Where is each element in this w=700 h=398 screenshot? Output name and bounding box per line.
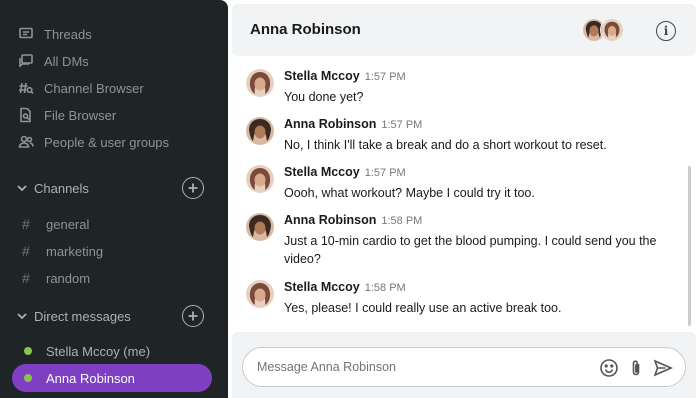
online-status-dot — [24, 374, 32, 382]
people-icon — [18, 134, 34, 150]
sidebar-item-channel-marketing[interactable]: # marketing — [22, 240, 103, 262]
channel-label: random — [46, 270, 91, 286]
send-button[interactable] — [652, 357, 674, 379]
message-input[interactable] — [257, 358, 587, 376]
message-time: 1:57 PM — [381, 119, 423, 131]
sidebar-item-file-browser[interactable]: File Browser — [18, 104, 116, 126]
sidebar-item-dm-stella[interactable]: Stella Mccoy (me) — [12, 337, 212, 365]
channel-label: general — [46, 216, 90, 232]
chevron-down-icon — [16, 182, 28, 194]
info-icon: i — [663, 24, 669, 38]
message-list: Stella Mccoy 1:57 PM You done yet? Anna … — [228, 60, 700, 330]
sidebar-item-channel-browser[interactable]: Channel Browser — [18, 77, 144, 99]
sidebar-item-people[interactable]: People & user groups — [18, 131, 169, 153]
info-button[interactable]: i — [656, 21, 676, 41]
message-time: 1:57 PM — [364, 167, 406, 179]
sidebar-item-channel-general[interactable]: # general — [22, 213, 89, 235]
add-dm-button[interactable] — [182, 305, 204, 327]
avatar — [246, 117, 274, 145]
sidebar-item-label: All DMs — [44, 53, 89, 69]
dms-label: Direct messages — [34, 308, 131, 324]
avatar — [246, 280, 274, 308]
sidebar-item-label: Threads — [44, 26, 92, 42]
message-text: You done yet? — [284, 90, 364, 104]
hash-icon: # — [22, 270, 30, 286]
online-status-dot — [24, 347, 32, 355]
chevron-down-icon — [16, 310, 28, 322]
message-time: 1:58 PM — [364, 282, 406, 294]
dm-label: Anna Robinson — [46, 370, 135, 386]
emoji-button[interactable] — [598, 357, 620, 379]
channels-label: Channels — [34, 180, 89, 196]
dm-label: Stella Mccoy (me) — [46, 343, 151, 359]
paperclip-icon — [632, 360, 640, 376]
avatar — [600, 18, 624, 42]
sidebar-item-label: People & user groups — [44, 134, 170, 150]
conversation-header: Anna Robinson i — [232, 4, 696, 56]
message-text: Yes, please! I could really use an activ… — [284, 301, 562, 315]
sidebar: Threads All DMs Channel Browser File Bro… — [0, 0, 228, 398]
send-icon — [653, 359, 673, 377]
sidebar-item-all-dms[interactable]: All DMs — [18, 50, 89, 72]
channel-label: marketing — [46, 243, 104, 259]
threads-icon — [18, 26, 34, 42]
message-author: Stella Mccoy — [284, 69, 360, 83]
avatar — [246, 69, 274, 97]
conversation-pane: Anna Robinson i Stella Mccoy 1:57 PM You… — [228, 0, 700, 398]
hash-icon: # — [22, 216, 30, 232]
message-list-scrollbar[interactable] — [688, 166, 691, 326]
chat-app: Threads All DMs Channel Browser File Bro… — [0, 0, 700, 398]
sidebar-item-label: File Browser — [44, 107, 117, 123]
channel-browser-icon — [18, 80, 34, 96]
message-text: Just a 10-min cardio to get the blood pu… — [284, 234, 657, 266]
message-author: Stella Mccoy — [284, 280, 360, 294]
hash-icon: # — [22, 243, 30, 259]
plus-icon — [188, 183, 198, 193]
sidebar-item-channel-random[interactable]: # random — [22, 267, 90, 289]
message-time: 1:58 PM — [381, 215, 423, 227]
avatar — [246, 165, 274, 193]
sidebar-item-label: Channel Browser — [44, 80, 144, 96]
message-author: Anna Robinson — [284, 213, 377, 227]
message-author: Anna Robinson — [284, 117, 377, 131]
avatar — [246, 213, 274, 241]
all-dms-icon — [18, 53, 34, 69]
message-composer — [242, 347, 686, 387]
conversation-title: Anna Robinson — [250, 21, 361, 38]
message-time: 1:57 PM — [364, 71, 406, 83]
message-text: Oooh, what workout? Maybe I could try it… — [284, 186, 535, 200]
file-browser-icon — [18, 107, 34, 123]
message-text: No, I think I'll take a break and do a s… — [284, 138, 607, 152]
channels-section-header[interactable]: Channels — [16, 176, 206, 200]
emoji-icon — [600, 359, 618, 377]
sidebar-item-threads[interactable]: Threads — [18, 23, 92, 45]
add-channel-button[interactable] — [182, 177, 204, 199]
dms-section-header[interactable]: Direct messages — [16, 304, 206, 328]
sidebar-item-dm-anna[interactable]: Anna Robinson — [12, 364, 212, 392]
participant-avatars[interactable] — [582, 18, 626, 42]
plus-icon — [188, 311, 198, 321]
attach-button[interactable] — [625, 357, 647, 379]
message-author: Stella Mccoy — [284, 165, 360, 179]
